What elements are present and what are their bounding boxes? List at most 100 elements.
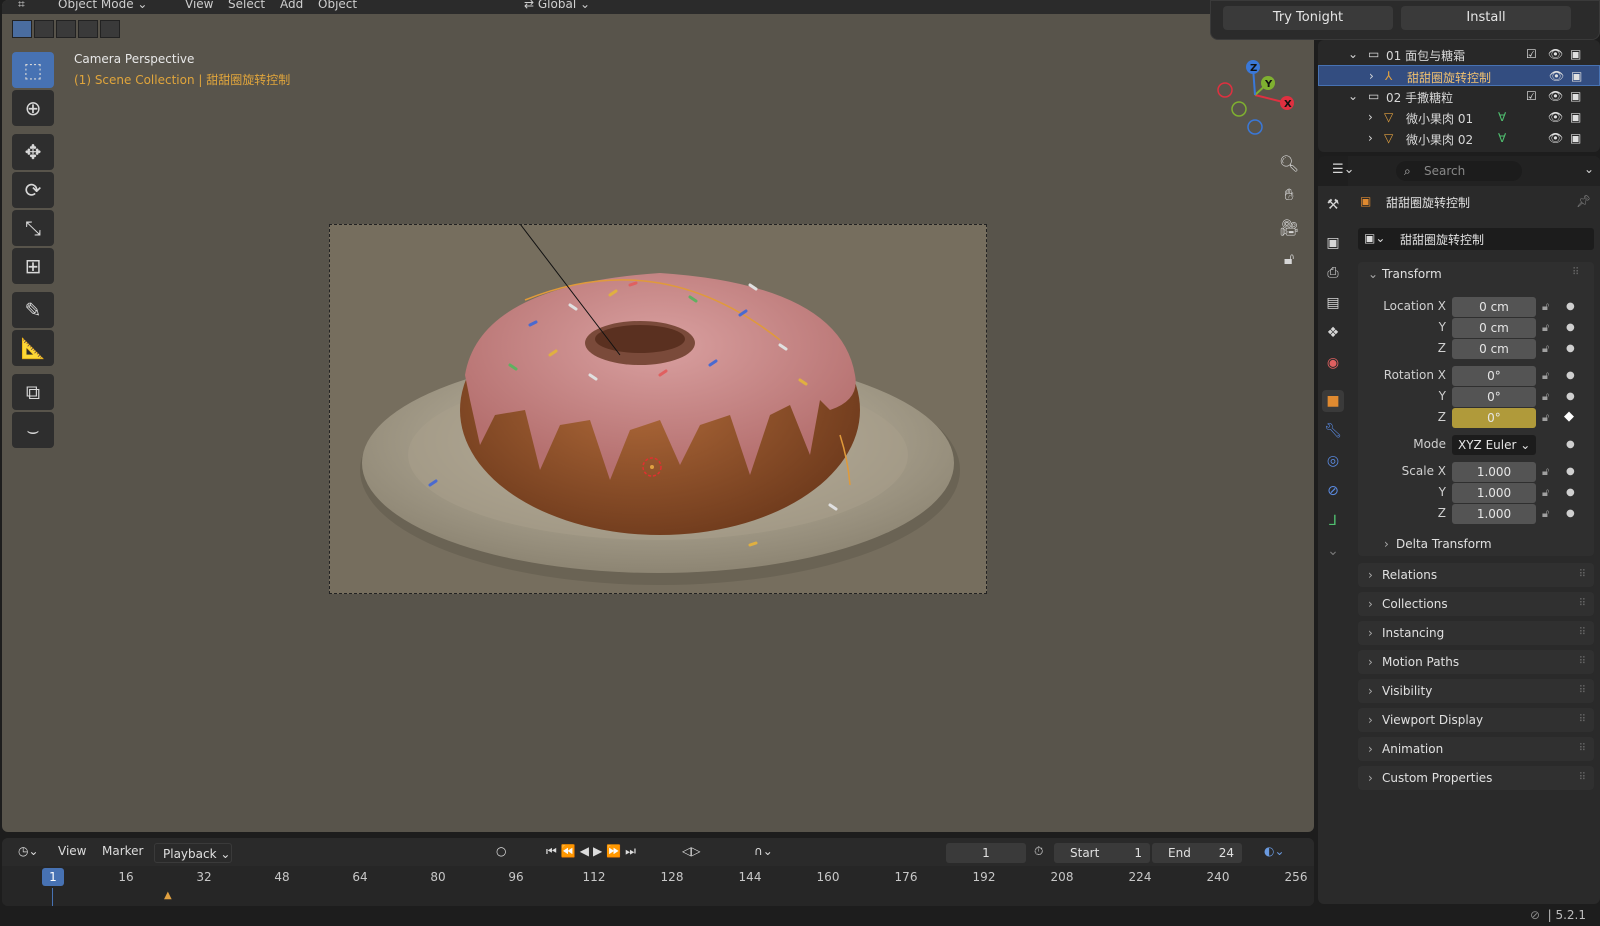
tab-view-layer[interactable]: ▤ xyxy=(1322,292,1344,314)
snap-magnet-icon[interactable]: ∩⌄ xyxy=(754,844,773,858)
eye-icon[interactable]: 👁︎ xyxy=(1548,131,1563,145)
keyframe-dot-icon[interactable]: ● xyxy=(1566,466,1575,477)
location-z-field[interactable]: 0 cm xyxy=(1452,339,1536,359)
drag-grip-icon[interactable]: ⠿ xyxy=(1572,267,1579,278)
navigation-gizmo[interactable]: X Y Z xyxy=(1217,55,1303,141)
lock-icon[interactable]: 🔓︎ xyxy=(1542,465,1549,479)
tab-data[interactable]: ⅃ xyxy=(1322,510,1344,532)
try-tonight-button[interactable]: Try Tonight xyxy=(1223,6,1393,30)
chevron-down-icon[interactable]: ⌄ xyxy=(1368,267,1378,281)
select-invert-button[interactable] xyxy=(78,20,98,38)
rotation-y-field[interactable]: 0° xyxy=(1452,387,1536,407)
lock-icon[interactable]: 🔓︎ xyxy=(1542,411,1549,425)
transform-orientation-dropdown[interactable]: ⇄ Global ⌄ xyxy=(524,0,590,11)
3d-viewport[interactable]: ⌗ Object Mode ⌄ View Select Add Object ⇄… xyxy=(2,0,1314,832)
playback-dropdown[interactable]: Playback ⌄ xyxy=(154,843,232,863)
keyframe-jump-icon[interactable]: ◁▷ xyxy=(682,844,700,858)
timeline-menu-view[interactable]: View xyxy=(58,844,86,858)
lock-icon[interactable]: 🔓︎ xyxy=(1542,507,1549,521)
scale-x-field[interactable]: 1.000 xyxy=(1452,462,1536,482)
location-y-field[interactable]: 0 cm xyxy=(1452,318,1536,338)
keyframe-marker-icon[interactable]: ▲ xyxy=(164,890,172,901)
keyframe-dot-icon[interactable]: ● xyxy=(1566,508,1575,519)
chevron-right-icon[interactable]: › xyxy=(1384,537,1389,551)
render-camera-icon[interactable]: ▣ xyxy=(1570,131,1581,145)
end-frame-field[interactable]: End 24 xyxy=(1152,843,1242,863)
select-new-button[interactable] xyxy=(12,20,32,38)
scale-tool[interactable]: ⤡ xyxy=(12,210,54,246)
pin-icon[interactable]: 📌︎ xyxy=(1576,194,1591,208)
pan-button[interactable]: ✋︎ xyxy=(1274,180,1304,210)
datablock-field[interactable]: ▣⌄ 甜甜圈旋转控制 xyxy=(1358,228,1594,250)
scale-z-field[interactable]: 1.000 xyxy=(1452,504,1536,524)
measure-tool[interactable]: 📐 xyxy=(12,330,54,366)
record-icon[interactable]: ○ xyxy=(496,844,506,858)
transform-tool[interactable]: ⊞ xyxy=(12,248,54,284)
select-subtract-button[interactable] xyxy=(56,20,76,38)
move-tool[interactable]: ✥ xyxy=(12,134,54,170)
panel-viewport-display[interactable]: Viewport Display ⠿ xyxy=(1358,708,1594,732)
menu-select[interactable]: Select xyxy=(228,0,265,11)
add-cube-tool[interactable]: ⧉ xyxy=(12,374,54,410)
panel-motion-paths[interactable]: Motion Paths ⠿ xyxy=(1358,650,1594,674)
keyframe-dot-icon[interactable]: ● xyxy=(1566,391,1575,402)
annotate-tool[interactable]: ✎ xyxy=(12,292,54,328)
select-intersect-button[interactable] xyxy=(100,20,120,38)
keyframe-dot-icon[interactable]: ● xyxy=(1566,343,1575,354)
chevron-down-icon[interactable]: ⌄ xyxy=(1584,162,1594,176)
delta-transform-subpanel[interactable]: Delta Transform xyxy=(1396,537,1492,551)
select-box-tool[interactable]: ⬚ xyxy=(12,52,54,88)
timeline-editor-type-icon[interactable]: ◷⌄ xyxy=(18,844,39,858)
render-camera-icon[interactable]: ▣ xyxy=(1570,89,1581,103)
menu-add[interactable]: Add xyxy=(280,0,303,11)
tab-constraints[interactable]: ⊘ xyxy=(1322,480,1344,502)
outliner-row-selected[interactable]: › ⅄ 甜甜圈旋转控制 👁︎ ▣ xyxy=(1318,65,1600,86)
keyframe-dot-icon[interactable]: ● xyxy=(1566,301,1575,312)
editor-type-icon[interactable]: ☰⌄ xyxy=(1332,162,1355,177)
outliner-row-mesh-01[interactable]: › ▽ 微小果肉 01 ∀ 👁︎ ▣ xyxy=(1318,107,1600,128)
stopwatch-icon[interactable]: ⏱ xyxy=(1034,844,1043,859)
panel-custom-properties[interactable]: Custom Properties ⠿ xyxy=(1358,766,1594,790)
lock-icon[interactable]: 🔓︎ xyxy=(1542,342,1549,356)
menu-view[interactable]: View xyxy=(185,0,213,11)
scale-y-field[interactable]: 1.000 xyxy=(1452,483,1536,503)
keyframe-dot-icon[interactable]: ● xyxy=(1566,439,1575,450)
eye-icon[interactable]: 👁︎ xyxy=(1548,110,1563,124)
camera-view-button[interactable]: 🎥︎ xyxy=(1274,212,1304,242)
lock-icon[interactable]: 🔓︎ xyxy=(1542,300,1549,314)
render-camera-icon[interactable]: ▣ xyxy=(1570,47,1581,61)
properties-search-input[interactable]: ⌕ Search xyxy=(1396,161,1522,181)
cursor-tool[interactable]: ⊕ xyxy=(12,90,54,126)
editor-type-icon[interactable]: ⌗ xyxy=(18,0,25,12)
timeline-ruler[interactable]: 1 16 32 48 64 80 96 112 128 144 160 176 … xyxy=(2,866,1314,906)
keyframe-dot-icon[interactable]: ● xyxy=(1566,487,1575,498)
playback-controls[interactable]: ⏮⏪◀▶⏩⏭ xyxy=(546,844,640,859)
outliner-row-collection-01[interactable]: ⌄ ▭ 01 面包与糖霜 ☑ 👁︎ ▣ xyxy=(1318,44,1600,65)
lock-icon[interactable]: 🔓︎ xyxy=(1542,369,1549,383)
current-frame-field[interactable]: 1 xyxy=(946,843,1026,863)
lock-icon[interactable]: 🔓︎ xyxy=(1542,321,1549,335)
panel-collections[interactable]: Collections ⠿ xyxy=(1358,592,1594,616)
keyframe-dot-icon[interactable]: ● xyxy=(1566,322,1575,333)
rotation-mode-dropdown[interactable]: XYZ Euler ⌄ xyxy=(1452,435,1536,455)
eye-icon[interactable]: 👁︎ xyxy=(1548,89,1563,103)
eye-icon[interactable]: 👁︎ xyxy=(1548,47,1563,61)
eye-icon[interactable]: 👁︎ xyxy=(1549,69,1564,83)
outliner-row-collection-02[interactable]: ⌄ ▭ 02 手撒糖粒 ☑ 👁︎ ▣ xyxy=(1318,86,1600,107)
render-camera-icon[interactable]: ▣ xyxy=(1570,110,1581,124)
tab-tool[interactable]: ⚒ xyxy=(1322,194,1344,216)
object-mode-dropdown[interactable]: Object Mode ⌄ xyxy=(58,0,147,11)
render-camera-icon[interactable]: ▣ xyxy=(1571,69,1582,83)
select-extend-button[interactable] xyxy=(34,20,54,38)
tab-physics[interactable]: ◎ xyxy=(1322,450,1344,472)
rotate-tool[interactable]: ⟳ xyxy=(12,172,54,208)
lock-view-button[interactable]: 🔓︎ xyxy=(1274,244,1304,274)
menu-object[interactable]: Object xyxy=(318,0,357,11)
panel-animation[interactable]: Animation ⠿ xyxy=(1358,737,1594,761)
tab-more[interactable]: ⌄ xyxy=(1322,540,1344,562)
install-button[interactable]: Install xyxy=(1401,6,1571,30)
keyframe-diamond-icon[interactable]: ◆ xyxy=(1564,409,1574,424)
rotation-x-field[interactable]: 0° xyxy=(1452,366,1536,386)
tab-modifiers[interactable]: 🔧︎ xyxy=(1322,420,1344,442)
rotation-z-field[interactable]: 0° xyxy=(1452,408,1536,428)
